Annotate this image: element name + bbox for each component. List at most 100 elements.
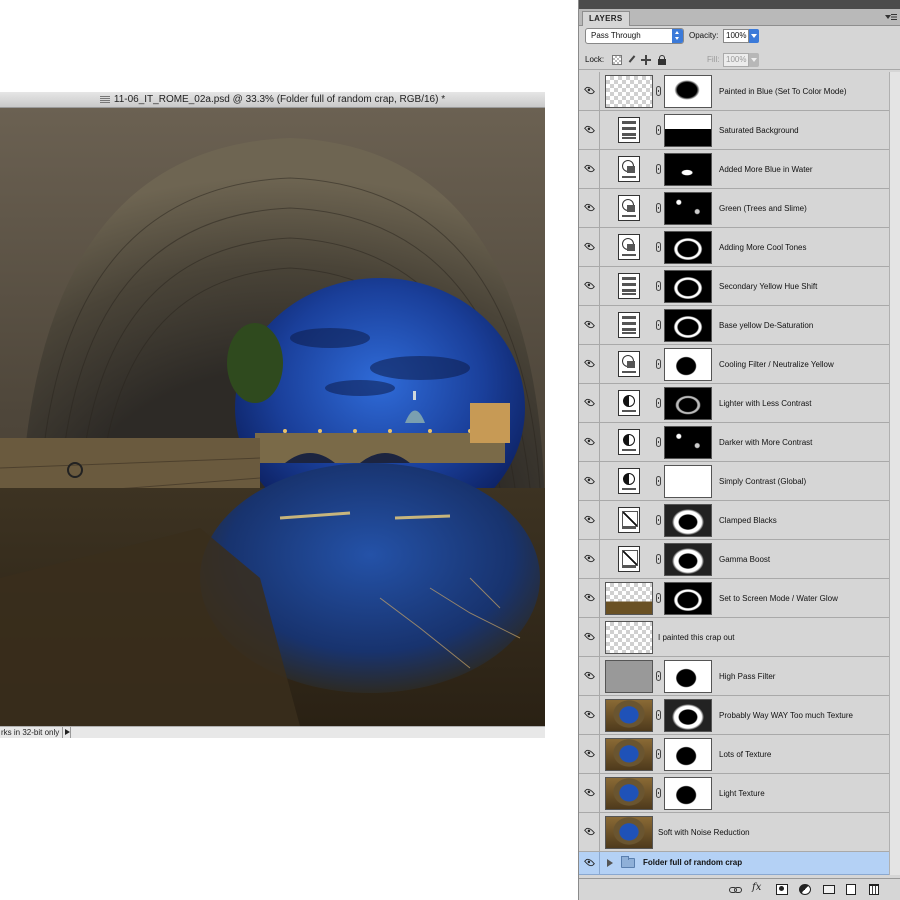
adjustment-thumbnail[interactable] [605,504,653,537]
mask-link-icon[interactable] [656,125,661,135]
adjustment-thumbnail[interactable] [605,426,653,459]
layer-mask-thumbnail[interactable] [664,426,712,459]
layer-row[interactable]: Light Texture [579,774,889,813]
layer-mask-thumbnail[interactable] [664,777,712,810]
layer-thumbnail[interactable] [605,777,653,810]
layer-thumbnail[interactable] [605,699,653,732]
visibility-toggle[interactable] [579,579,600,617]
mask-link-icon[interactable] [656,359,661,369]
layer-mask-thumbnail[interactable] [664,231,712,264]
visibility-toggle[interactable] [579,228,600,266]
visibility-toggle[interactable] [579,696,600,734]
layer-row[interactable]: Adding More Cool Tones [579,228,889,267]
layer-mask-thumbnail[interactable] [664,465,712,498]
fill-dropdown-icon[interactable] [749,53,759,67]
layer-row[interactable]: I painted this crap out [579,618,889,657]
layer-mask-thumbnail[interactable] [664,153,712,186]
layer-mask-thumbnail[interactable] [664,192,712,225]
mask-link-icon[interactable] [656,437,661,447]
mask-link-icon[interactable] [656,554,661,564]
new-layer-icon[interactable] [846,884,856,895]
visibility-toggle[interactable] [579,774,600,812]
mask-link-icon[interactable] [656,398,661,408]
layer-mask-thumbnail[interactable] [664,114,712,147]
layer-mask-thumbnail[interactable] [664,309,712,342]
visibility-toggle[interactable] [579,657,600,695]
opacity-dropdown-icon[interactable] [749,29,759,43]
layer-mask-thumbnail[interactable] [664,348,712,381]
visibility-toggle[interactable] [579,852,600,874]
visibility-toggle[interactable] [579,423,600,461]
lock-image-pixels-icon[interactable] [627,55,637,65]
visibility-toggle[interactable] [579,462,600,500]
visibility-toggle[interactable] [579,150,600,188]
lock-transparent-pixels-icon[interactable] [612,55,622,65]
layer-mask-thumbnail[interactable] [664,504,712,537]
layer-row[interactable]: Painted in Blue (Set To Color Mode) [579,72,889,111]
layer-thumbnail[interactable] [605,738,653,771]
visibility-toggle[interactable] [579,501,600,539]
layer-row[interactable]: Cooling Filter / Neutralize Yellow [579,345,889,384]
mask-link-icon[interactable] [656,320,661,330]
layer-row[interactable]: Simply Contrast (Global) [579,462,889,501]
layer-row[interactable]: Darker with More Contrast [579,423,889,462]
adjustment-thumbnail[interactable] [605,465,653,498]
layer-mask-thumbnail[interactable] [664,660,712,693]
layer-mask-thumbnail[interactable] [664,75,712,108]
layers-scrollbar[interactable] [889,72,900,875]
panel-drag-strip[interactable] [579,0,900,9]
layer-mask-thumbnail[interactable] [664,738,712,771]
tab-layers[interactable]: LAYERS [582,11,630,26]
layer-thumbnail[interactable] [605,660,653,693]
visibility-toggle[interactable] [579,540,600,578]
layer-mask-thumbnail[interactable] [664,699,712,732]
fill-input[interactable]: 100% [723,53,749,67]
blend-mode-select[interactable]: Pass Through [585,28,684,44]
layer-row[interactable]: Probably Way WAY Too much Texture [579,696,889,735]
visibility-toggle[interactable] [579,306,600,344]
status-menu-arrow-icon[interactable] [62,727,71,738]
canvas-image[interactable] [0,108,545,726]
adjustment-thumbnail[interactable] [605,348,653,381]
visibility-toggle[interactable] [579,384,600,422]
add-mask-icon[interactable] [776,884,788,895]
adjustment-thumbnail[interactable] [605,387,653,420]
mask-link-icon[interactable] [656,515,661,525]
layer-row[interactable]: Base yellow De-Saturation [579,306,889,345]
layer-thumbnail[interactable] [605,582,653,615]
mask-link-icon[interactable] [656,593,661,603]
delete-layer-trash-icon[interactable] [869,884,879,895]
panel-menu-icon[interactable] [885,13,897,22]
visibility-toggle[interactable] [579,618,600,656]
mask-link-icon[interactable] [656,242,661,252]
layer-row[interactable]: Gamma Boost [579,540,889,579]
layer-thumbnail[interactable] [605,816,653,849]
layer-row[interactable]: Clamped Blacks [579,501,889,540]
visibility-toggle[interactable] [579,813,600,851]
visibility-toggle[interactable] [579,267,600,305]
visibility-toggle[interactable] [579,111,600,149]
opacity-input[interactable]: 100% [723,29,749,43]
new-group-folder-icon[interactable] [823,885,835,894]
layer-row[interactable]: High Pass Filter [579,657,889,696]
layer-row[interactable]: Added More Blue in Water [579,150,889,189]
layer-thumbnail[interactable] [605,621,653,654]
adjustment-thumbnail[interactable] [605,270,653,303]
mask-link-icon[interactable] [656,86,661,96]
mask-link-icon[interactable] [656,476,661,486]
document-titlebar[interactable]: 11-06_IT_ROME_02a.psd @ 33.3% (Folder fu… [0,92,545,108]
layer-row[interactable]: Secondary Yellow Hue Shift [579,267,889,306]
link-layers-icon[interactable] [729,884,742,895]
layer-row[interactable]: Green (Trees and Slime) [579,189,889,228]
new-adjustment-layer-icon[interactable] [799,884,811,895]
layer-row[interactable]: Soft with Noise Reduction [579,813,889,852]
visibility-toggle[interactable] [579,72,600,110]
mask-link-icon[interactable] [656,671,661,681]
visibility-toggle[interactable] [579,735,600,773]
visibility-toggle[interactable] [579,189,600,227]
layer-row[interactable]: Lighter with Less Contrast [579,384,889,423]
layer-mask-thumbnail[interactable] [664,387,712,420]
layer-style-fx-icon[interactable]: fx [752,882,766,893]
layer-row[interactable]: Lots of Texture [579,735,889,774]
mask-link-icon[interactable] [656,164,661,174]
